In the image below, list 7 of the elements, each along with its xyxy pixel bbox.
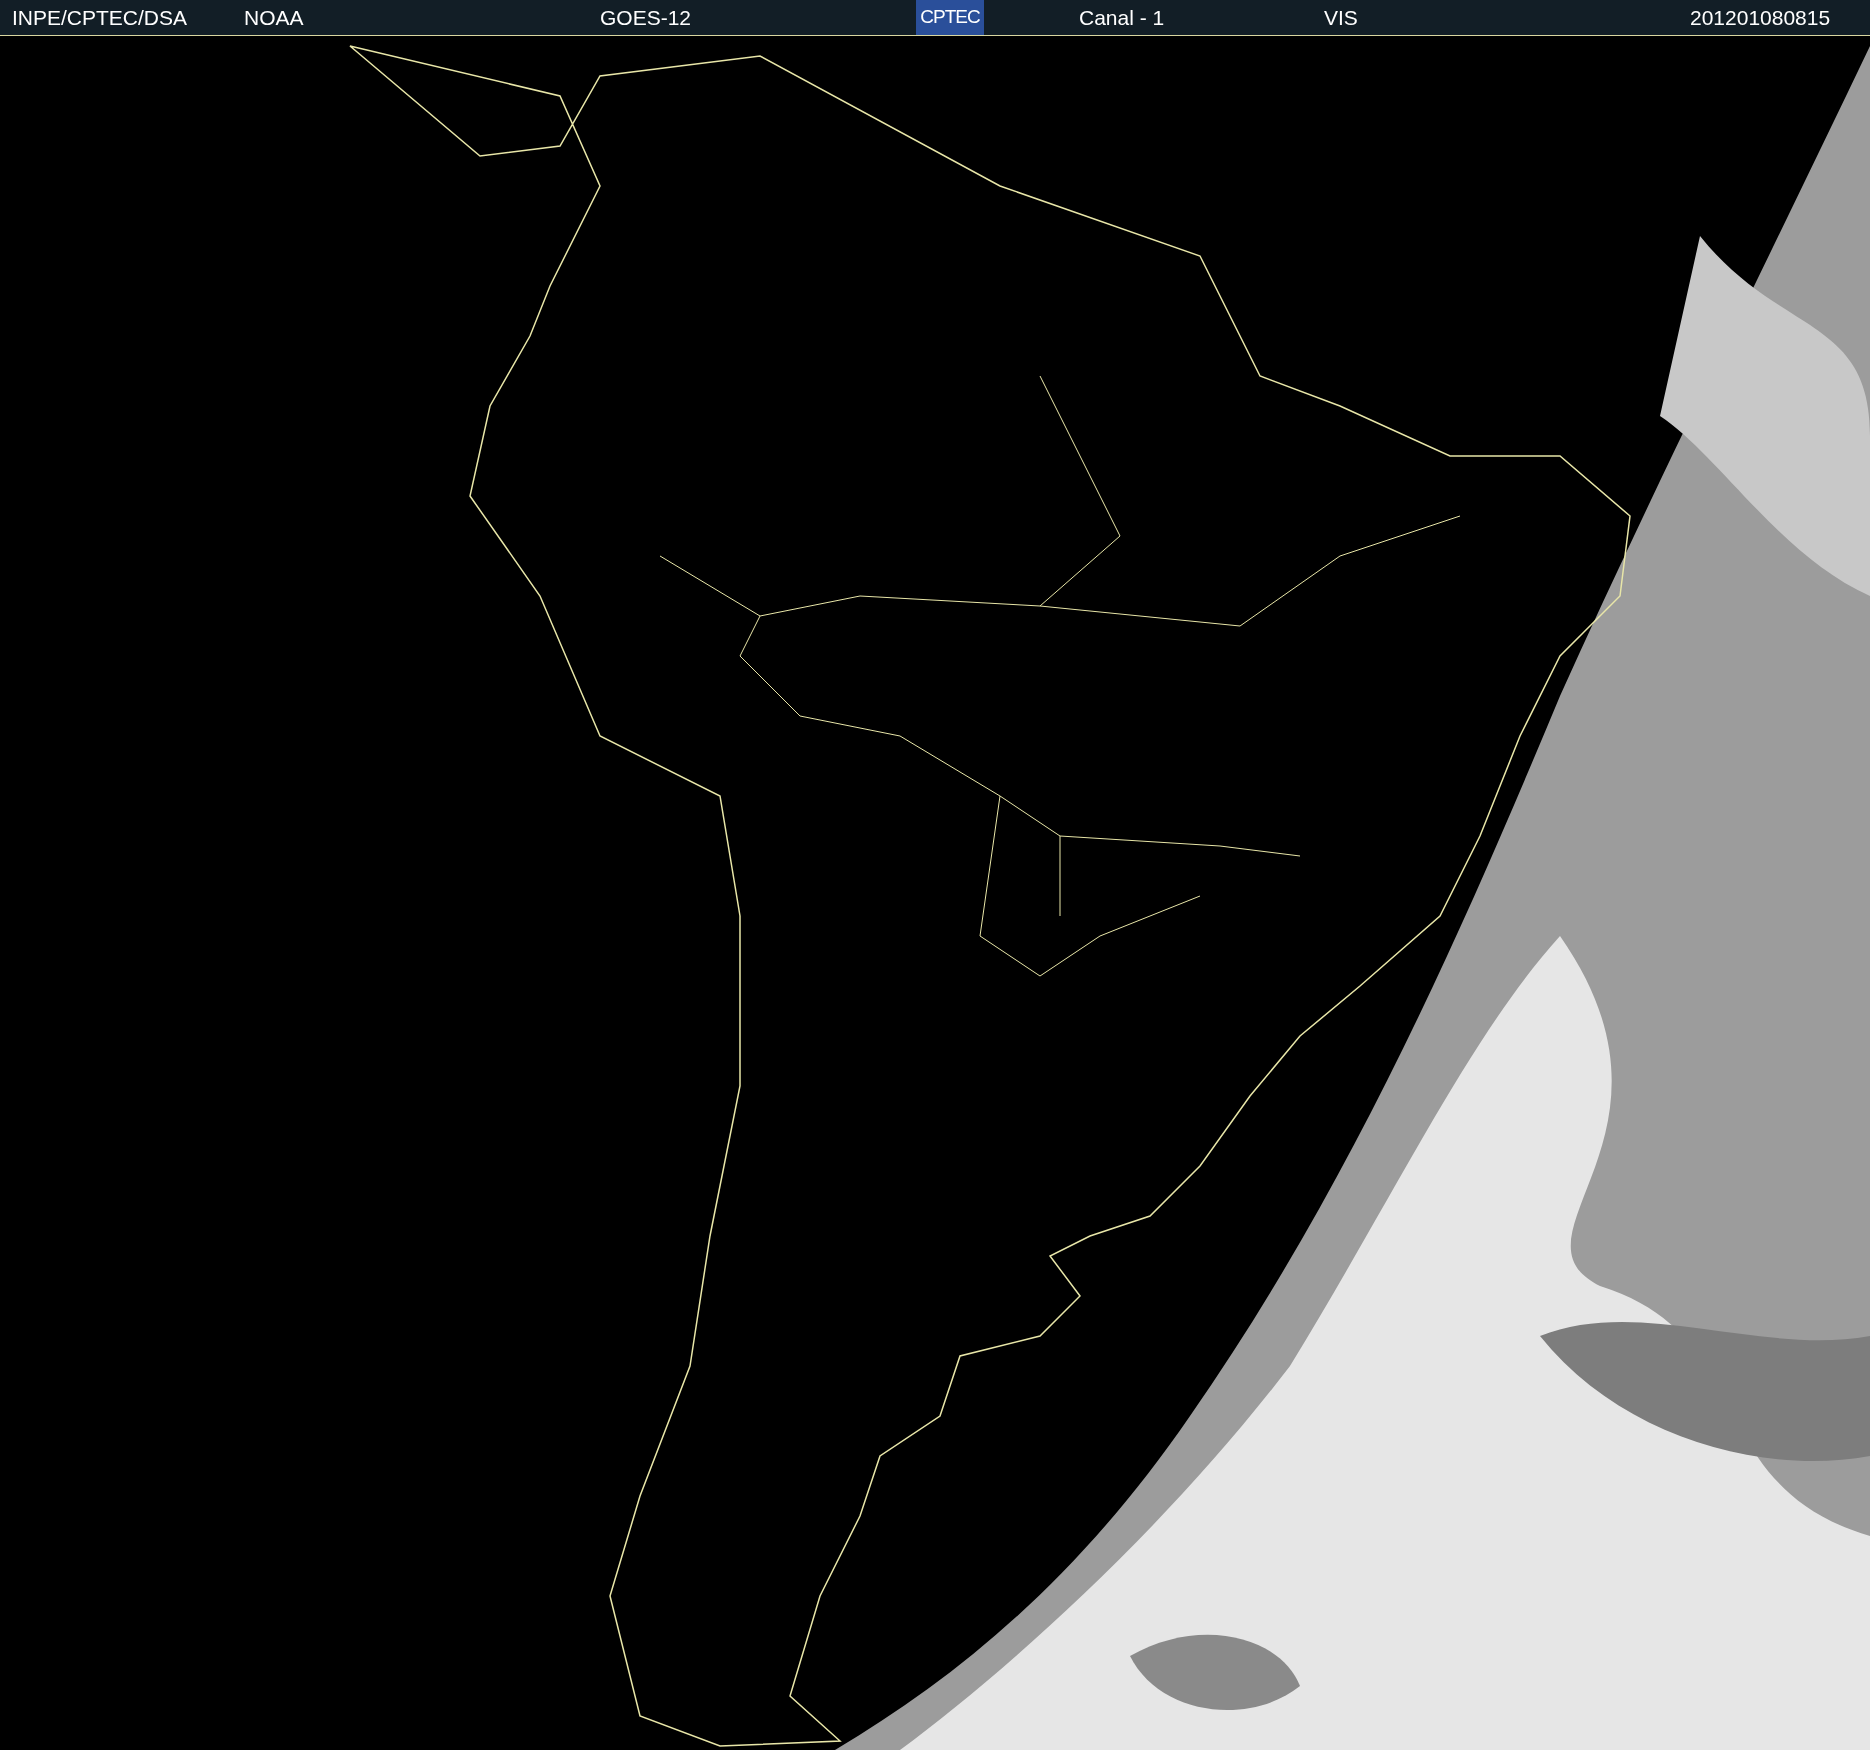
header-label: Canal - 1 <box>1079 6 1165 30</box>
logo: CPTEC <box>916 0 984 35</box>
header-label: GOES-12 <box>600 6 692 30</box>
header-label: NOAA <box>244 6 304 30</box>
header-label: 201201080815 <box>1690 6 1831 30</box>
header-label: VIS <box>1324 6 1358 30</box>
header-label: INPE/CPTEC/DSA <box>12 6 188 30</box>
